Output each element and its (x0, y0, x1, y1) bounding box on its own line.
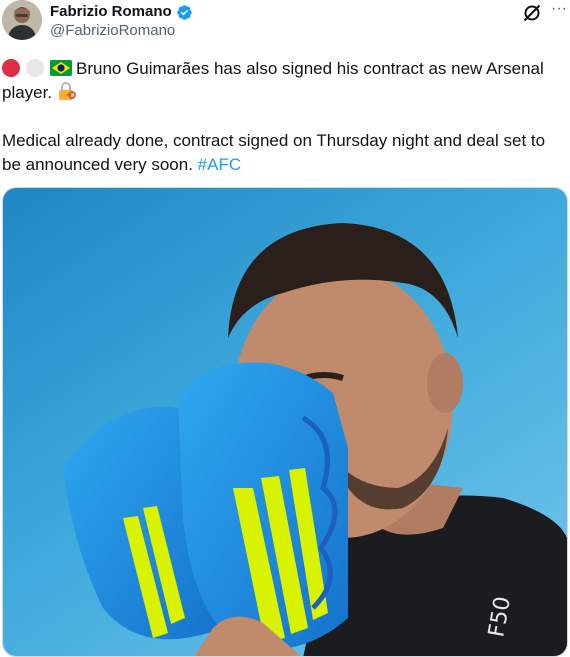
red-circle-icon (2, 59, 20, 77)
tweet-paragraph-2: Medical already done, contract signed on… (2, 129, 568, 177)
grok-button[interactable] (521, 2, 543, 24)
lock-with-key-icon (58, 82, 76, 100)
brazil-flag-icon (50, 60, 72, 76)
avatar-image (2, 0, 42, 40)
name-row: Fabrizio Romano (50, 3, 193, 21)
author-handle[interactable]: @FabrizioRomano (50, 22, 175, 40)
avatar[interactable] (2, 0, 42, 40)
grok-icon (523, 4, 541, 22)
more-options-button[interactable]: ··· (548, 0, 570, 22)
hashtag-link[interactable]: #AFC (198, 155, 241, 174)
display-name[interactable]: Fabrizio Romano (50, 3, 172, 21)
tweet-text: Bruno Guimarães has also signed his cont… (2, 57, 568, 177)
verified-badge-icon (176, 4, 192, 20)
tweet-paragraph-1: Bruno Guimarães has also signed his cont… (2, 57, 568, 105)
tweet-text-1: Bruno Guimarães has also signed his cont… (2, 59, 544, 102)
tweet-photo[interactable]: F50 (2, 187, 568, 657)
more-icon: ··· (551, 0, 567, 17)
tweet-header: Fabrizio Romano @FabrizioRomano ··· (0, 0, 570, 50)
tweet-text-2: Medical already done, contract signed on… (2, 131, 546, 174)
white-circle-icon (26, 59, 44, 77)
photo-player-with-boots: F50 (3, 188, 567, 656)
